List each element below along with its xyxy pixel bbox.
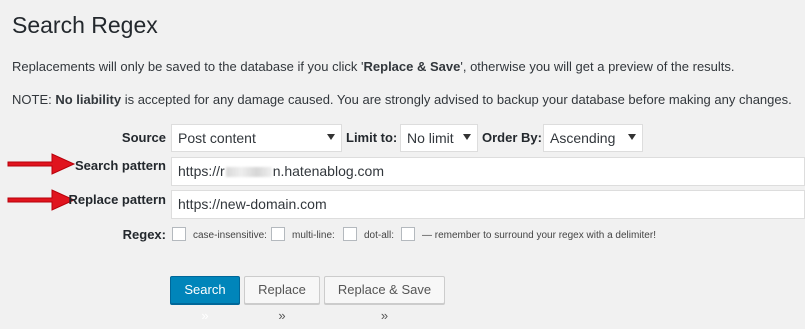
liability-notice-bold: No liability — [55, 92, 122, 107]
save-notice-bold: Replace & Save — [363, 59, 461, 74]
multi-line-checkbox[interactable] — [343, 227, 357, 241]
chevron-down-icon — [628, 134, 636, 140]
chevron-down-icon — [327, 134, 335, 140]
multi-line-label: multi-line: — [292, 230, 335, 241]
order-select[interactable]: Ascending — [543, 124, 643, 152]
search-pattern-value-suffix: n.hatenablog.com — [272, 163, 384, 179]
source-label: Source — [121, 130, 166, 145]
redacted-blur — [225, 167, 272, 178]
save-notice: Replacements will only be saved to the d… — [12, 59, 735, 74]
replace-pattern-value: https://new-domain.com — [178, 196, 327, 212]
page-title: Search Regex — [12, 12, 158, 38]
replace-save-button[interactable]: Replace & Save » — [324, 276, 445, 323]
regex-label: Regex: — [122, 227, 166, 242]
search-button[interactable]: Search » — [170, 276, 240, 323]
search-pattern-input[interactable]: https://r n.hatenablog.com — [171, 157, 805, 186]
case-insensitive-label: case-insensitive: — [193, 230, 267, 241]
limit-select[interactable]: No limit — [400, 124, 478, 152]
liability-notice-suffix: is accepted for any damage caused. You a… — [121, 92, 792, 107]
dot-all-checkbox[interactable] — [401, 227, 415, 241]
search-pattern-value-prefix: https://r — [178, 163, 225, 179]
limit-label: Limit to: — [346, 130, 398, 145]
dot-all-label: dot-all: — [364, 230, 395, 241]
limit-select-value: No limit — [407, 130, 454, 146]
source-select-value: Post content — [178, 130, 256, 146]
order-select-value: Ascending — [550, 130, 616, 146]
search-pattern-label: Search pattern — [74, 158, 166, 173]
chevron-down-icon — [463, 134, 471, 140]
source-select[interactable]: Post content — [171, 124, 342, 152]
delimiter-note: — remember to surround your regex with a… — [422, 230, 656, 241]
liability-notice: NOTE: No liability is accepted for any d… — [12, 92, 792, 107]
replace-button[interactable]: Replace » — [244, 276, 320, 323]
replace-pattern-label: Replace pattern — [68, 192, 166, 207]
save-notice-prefix: Replacements will only be saved to the d… — [12, 59, 364, 74]
replace-pattern-input[interactable]: https://new-domain.com — [171, 190, 805, 219]
liability-notice-prefix: NOTE: — [12, 92, 56, 107]
save-notice-suffix: ', otherwise you will get a preview of t… — [460, 59, 735, 74]
order-label: Order By: — [482, 130, 542, 145]
regex-checkbox[interactable] — [172, 227, 186, 241]
case-insensitive-checkbox[interactable] — [271, 227, 285, 241]
